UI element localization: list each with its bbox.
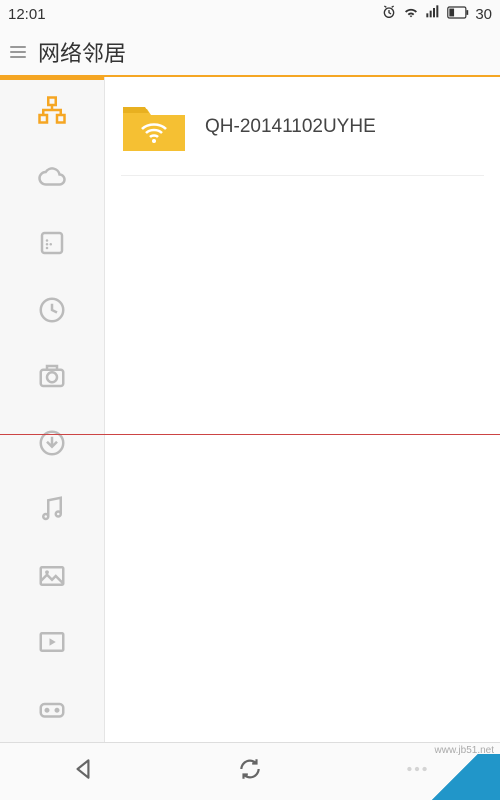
sidebar [0,77,105,742]
status-time: 12:01 [8,6,46,23]
camera-icon [37,361,67,391]
back-icon [70,756,96,782]
menu-icon[interactable] [10,44,26,60]
battery-percent: 30 [475,6,492,23]
content-pane: QH-20141102UYHE [105,77,500,742]
main-area: QH-20141102UYHE [0,77,500,742]
back-button[interactable] [70,756,96,787]
image-icon [37,561,67,591]
separator-line [0,434,500,435]
sidebar-item-network[interactable] [0,77,104,144]
battery-icon [447,6,469,23]
list-item[interactable]: QH-20141102UYHE [121,101,484,153]
music-icon [37,494,67,524]
status-bar: 12:01 30 [0,0,500,28]
list-divider [121,175,484,176]
sidebar-item-download[interactable] [0,410,104,477]
sidebar-item-images[interactable] [0,543,104,610]
page-title: 网络邻居 [38,36,126,68]
video-icon [37,627,67,657]
app-header: 网络邻居 [0,28,500,75]
sidebar-item-cloud[interactable] [0,144,104,211]
sidebar-item-vr[interactable] [0,676,104,743]
sidebar-item-storage[interactable] [0,210,104,277]
watermark-corner [410,754,500,800]
signal-icon [425,4,441,24]
sidebar-item-camera[interactable] [0,343,104,410]
status-right: 30 [381,4,492,24]
storage-icon [37,228,67,258]
alarm-icon [381,4,397,24]
network-icon [37,95,67,125]
clock-icon [37,295,67,325]
sidebar-item-recent[interactable] [0,277,104,344]
refresh-button[interactable] [237,756,263,787]
download-icon [37,428,67,458]
sidebar-item-video[interactable] [0,609,104,676]
sidebar-item-music[interactable] [0,476,104,543]
wifi-folder-icon [121,101,187,153]
file-label: QH-20141102UYHE [205,116,376,138]
vr-icon [37,694,67,724]
refresh-icon [237,756,263,782]
wifi-icon [403,4,419,24]
cloud-icon [37,162,67,192]
